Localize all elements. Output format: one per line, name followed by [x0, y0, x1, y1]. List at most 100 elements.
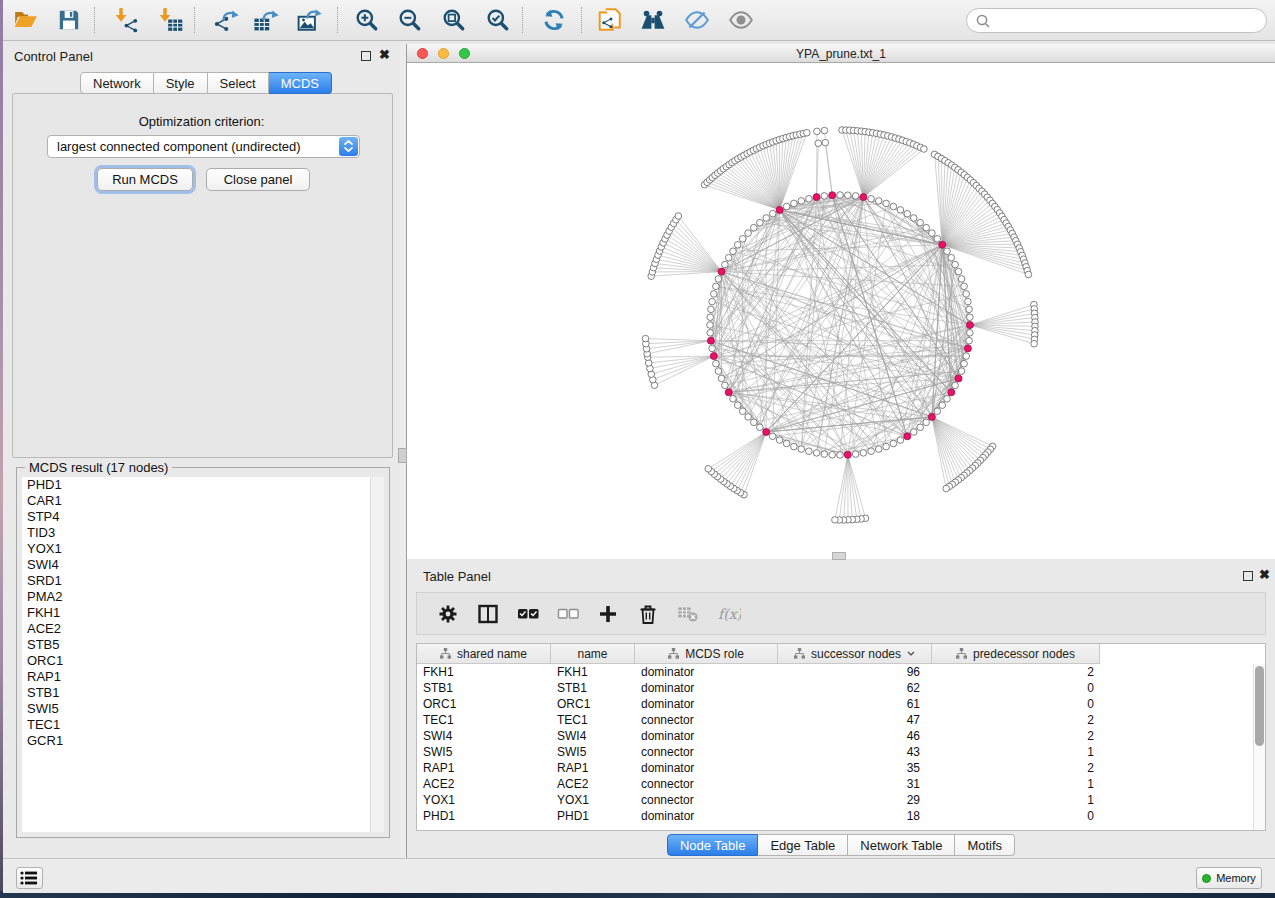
zoom-fit-icon[interactable] — [441, 7, 467, 33]
table-cell: YOX1 — [423, 792, 545, 808]
import-network-icon[interactable] — [113, 7, 139, 33]
mcds-result-item[interactable]: GCR1 — [22, 733, 384, 749]
close-panel-button[interactable]: Close panel — [206, 168, 310, 191]
tab-network[interactable]: Network — [80, 72, 154, 94]
table-cell: 1 — [932, 744, 1094, 760]
mcds-result-item[interactable]: SWI4 — [22, 557, 384, 573]
table-cell: 2 — [932, 664, 1094, 680]
open-file-icon[interactable] — [13, 7, 39, 33]
table-cell: 43 — [778, 744, 920, 760]
delete-column-icon[interactable] — [637, 603, 661, 625]
table-row[interactable]: SWI4SWI4dominator462 — [417, 728, 1255, 744]
add-column-icon[interactable] — [597, 603, 621, 625]
search-network-icon[interactable] — [640, 7, 666, 33]
mcds-result-item[interactable]: ORC1 — [22, 653, 384, 669]
table-cell: STB1 — [557, 680, 629, 696]
table-row[interactable]: FKH1FKH1dominator962 — [417, 664, 1255, 680]
table-scrollbar[interactable] — [1253, 664, 1265, 830]
mcds-result-item[interactable]: YOX1 — [22, 541, 384, 557]
search-input[interactable] — [966, 8, 1267, 33]
table-cell: 2 — [932, 728, 1094, 744]
mcds-result-item[interactable]: TID3 — [22, 525, 384, 541]
share-document-icon[interactable] — [597, 7, 623, 33]
optimization-criterion-label: Optimization criterion: — [3, 114, 400, 129]
tab-node-table[interactable]: Node Table — [667, 834, 759, 856]
mcds-result-item[interactable]: RAP1 — [22, 669, 384, 685]
table-row[interactable]: RAP1RAP1dominator352 — [417, 760, 1255, 776]
zoom-selected-icon[interactable] — [485, 7, 511, 33]
mcds-result-item[interactable]: TEC1 — [22, 717, 384, 733]
table-cell: dominator — [641, 808, 772, 824]
column-header-MCDS-role[interactable]: MCDS role — [635, 644, 778, 664]
mcds-result-item[interactable]: FKH1 — [22, 605, 384, 621]
zoom-in-icon[interactable] — [354, 7, 380, 33]
table-row[interactable]: STB1STB1dominator620 — [417, 680, 1255, 696]
mcds-result-item[interactable]: STP4 — [22, 509, 384, 525]
mcds-result-scrollbar[interactable] — [370, 477, 384, 832]
table-panel-close-icon[interactable]: ✖ — [1259, 567, 1270, 582]
column-header-successor-nodes[interactable]: successor nodes — [778, 644, 932, 664]
search-icon — [975, 13, 992, 30]
export-network-icon[interactable] — [213, 7, 239, 33]
table-row[interactable]: SWI5SWI5connector431 — [417, 744, 1255, 760]
table-cell: ACE2 — [557, 776, 629, 792]
vertical-splitter-handle[interactable] — [398, 448, 407, 463]
tab-style[interactable]: Style — [154, 72, 208, 94]
table-scrollbar-thumb[interactable] — [1255, 666, 1264, 746]
table-cell: TEC1 — [423, 712, 545, 728]
network-canvas[interactable] — [407, 64, 1275, 559]
save-session-icon[interactable] — [56, 7, 82, 33]
table-cell: 62 — [778, 680, 920, 696]
mcds-result-title: MCDS result (17 nodes) — [25, 460, 172, 475]
delete-table-icon — [677, 603, 701, 625]
column-header-shared-name[interactable]: shared name — [417, 644, 551, 664]
table-row[interactable]: ACE2ACE2connector311 — [417, 776, 1255, 792]
optimization-criterion-select[interactable]: largest connected component (undirected) — [47, 135, 360, 158]
table-row[interactable]: TEC1TEC1connector472 — [417, 712, 1255, 728]
deselect-all-icon[interactable] — [557, 603, 581, 625]
table-row[interactable]: PHD1PHD1dominator180 — [417, 808, 1255, 824]
table-panel-float-icon[interactable] — [1243, 571, 1253, 581]
tab-motifs[interactable]: Motifs — [955, 834, 1015, 856]
control-panel-close-icon[interactable]: ✖ — [379, 47, 390, 62]
memory-button[interactable]: Memory — [1196, 867, 1262, 889]
export-image-icon[interactable] — [297, 7, 323, 33]
table-toolbar: f(x) — [416, 592, 1266, 635]
memory-status-icon — [1202, 874, 1211, 883]
tab-select[interactable]: Select — [208, 72, 269, 94]
split-column-icon[interactable] — [477, 603, 501, 625]
export-table-icon[interactable] — [253, 7, 279, 33]
settings-gear-icon[interactable] — [437, 603, 461, 625]
zoom-out-icon[interactable] — [397, 7, 423, 33]
mcds-result-item[interactable]: PMA2 — [22, 589, 384, 605]
table-cell: STB1 — [423, 680, 545, 696]
mcds-result-list[interactable]: PHD1CAR1STP4TID3YOX1SWI4SRD1PMA2FKH1ACE2… — [22, 477, 384, 832]
mcds-result-item[interactable]: SWI5 — [22, 701, 384, 717]
table-cell: RAP1 — [423, 760, 545, 776]
tab-network-table[interactable]: Network Table — [848, 834, 955, 856]
control-panel-float-icon[interactable] — [361, 51, 371, 61]
show-panel-icon[interactable] — [728, 7, 754, 33]
task-history-button[interactable] — [16, 867, 43, 889]
table-cell: ORC1 — [557, 696, 629, 712]
hide-panel-icon[interactable] — [684, 7, 710, 33]
mcds-result-item[interactable]: CAR1 — [22, 493, 384, 509]
column-header-name[interactable]: name — [551, 644, 635, 664]
horizontal-splitter-handle[interactable] — [832, 552, 846, 560]
table-row[interactable]: YOX1YOX1connector291 — [417, 792, 1255, 808]
table-row[interactable]: ORC1ORC1dominator610 — [417, 696, 1255, 712]
tab-mcds[interactable]: MCDS — [269, 72, 332, 94]
network-view-window: YPA_prune.txt_1 — [407, 44, 1275, 559]
mcds-result-item[interactable]: STB1 — [22, 685, 384, 701]
mcds-result-item[interactable]: STB5 — [22, 637, 384, 653]
mcds-result-item[interactable]: ACE2 — [22, 621, 384, 637]
select-all-icon[interactable] — [517, 603, 541, 625]
mcds-result-item[interactable]: PHD1 — [22, 477, 384, 493]
tab-edge-table[interactable]: Edge Table — [758, 834, 848, 856]
import-table-icon[interactable] — [157, 7, 183, 33]
table-cell: SWI4 — [423, 728, 545, 744]
refresh-icon[interactable] — [541, 7, 567, 33]
column-header-predecessor-nodes[interactable]: predecessor nodes — [932, 644, 1100, 664]
run-mcds-button[interactable]: Run MCDS — [97, 168, 193, 191]
mcds-result-item[interactable]: SRD1 — [22, 573, 384, 589]
